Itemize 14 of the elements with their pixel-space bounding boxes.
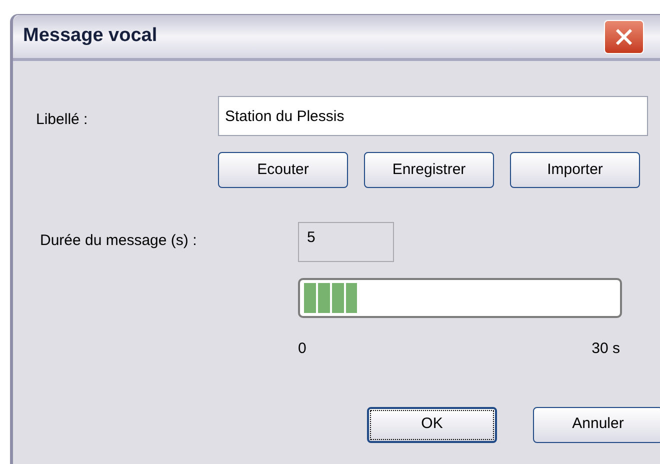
duration-field: 5 xyxy=(298,222,394,262)
min-label: 0 xyxy=(298,339,306,359)
max-label: 30 s xyxy=(592,339,620,359)
dialog-button[interactable]: OK xyxy=(367,406,497,442)
action-button[interactable]: Enregistrer xyxy=(364,152,494,188)
window-title: Message vocal xyxy=(23,24,158,48)
label-input[interactable]: Station du Plessis xyxy=(218,96,648,136)
action-button[interactable]: Ecouter xyxy=(218,152,348,188)
action-button[interactable]: Importer xyxy=(510,152,640,188)
close-icon xyxy=(614,26,634,46)
close-button[interactable] xyxy=(604,20,644,54)
field-label: Libellé : xyxy=(36,110,89,130)
dialog-button[interactable]: Annuler xyxy=(533,406,660,442)
duration-label: Durée du message (s) : xyxy=(39,231,198,251)
